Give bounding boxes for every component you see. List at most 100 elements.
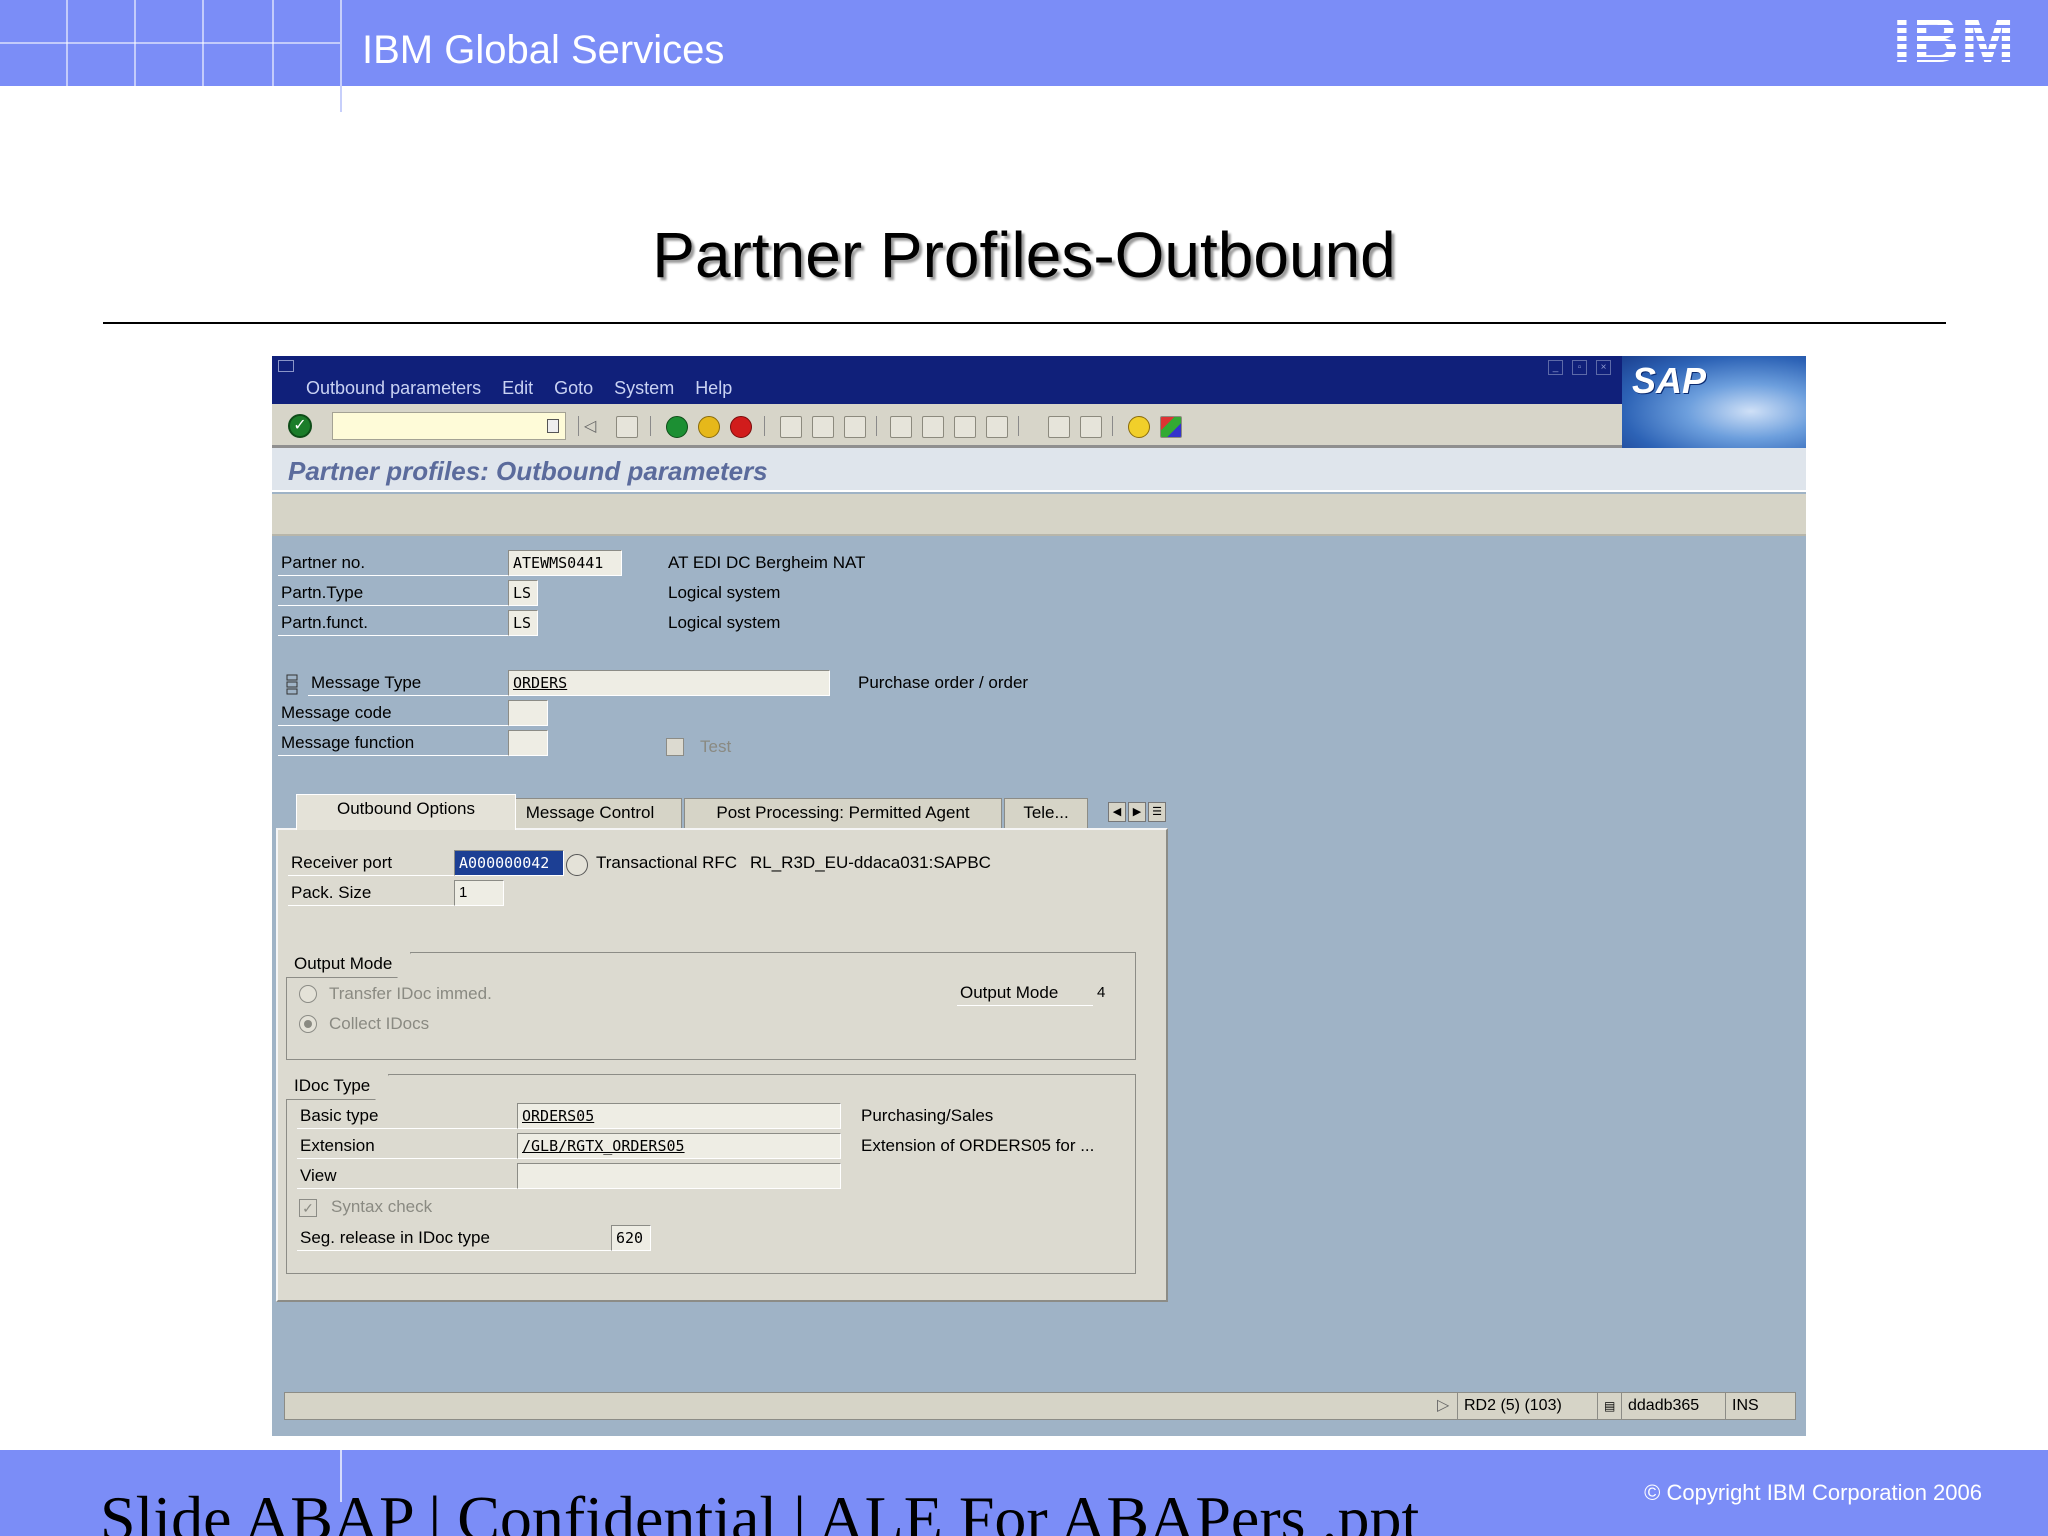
partn-funct-label: Partn.funct. (278, 610, 508, 636)
screen-title: Partner profiles: Outbound parameters (288, 456, 768, 486)
view-field[interactable] (517, 1163, 841, 1189)
partn-funct-description: Logical system (668, 613, 781, 632)
output-mode-group-title: Output Mode (286, 952, 411, 978)
close-icon[interactable]: × (1596, 360, 1611, 375)
pack-size-label: Pack. Size (288, 880, 454, 906)
find-next-icon[interactable] (844, 416, 866, 438)
partn-type-field[interactable]: LS (508, 580, 538, 606)
next-page-icon[interactable] (954, 416, 976, 438)
tab-message-control[interactable]: Message Control (498, 798, 682, 828)
partn-type-description: Logical system (668, 583, 781, 602)
header-divider (340, 0, 342, 112)
first-page-icon[interactable] (890, 416, 912, 438)
toolbar-separator (876, 416, 877, 436)
tab-scroll-left-icon[interactable]: ◀ (1108, 802, 1126, 822)
exit-icon[interactable] (698, 416, 720, 438)
message-type-field[interactable]: ORDERS (508, 670, 830, 696)
message-code-field[interactable] (508, 700, 548, 726)
receiver-port-label: Receiver port (288, 850, 454, 876)
print-icon[interactable] (780, 416, 802, 438)
menu-outbound-parameters[interactable]: Outbound parameters (306, 378, 481, 399)
basic-type-label: Basic type (297, 1103, 527, 1129)
application-toolbar (272, 494, 1806, 536)
back-icon[interactable] (666, 416, 688, 438)
status-bar: ▷ RD2 (5) (103) ▤ ddadb365 INS (284, 1392, 1796, 1420)
previous-page-icon[interactable] (922, 416, 944, 438)
partner-no-label: Partner no. (278, 550, 508, 576)
output-mode-label: Output Mode (957, 980, 1093, 1006)
menu-edit[interactable]: Edit (502, 378, 533, 399)
sap-menu-bar: Outbound parameters Edit Goto System Hel… (272, 356, 1806, 404)
sap-logo-area: SAP (1622, 356, 1806, 448)
cancel-icon[interactable] (730, 416, 752, 438)
seg-release-field[interactable]: 620 (611, 1225, 651, 1251)
help-icon[interactable] (1128, 416, 1150, 438)
footer-text: Slide ABAP | Confidential | ALE For ABAP… (100, 1483, 1420, 1536)
tab-outbound-options[interactable]: Outbound Options (296, 794, 516, 830)
toolbar-separator (1112, 416, 1113, 436)
create-shortcut-icon[interactable] (1080, 416, 1102, 438)
extension-label: Extension (297, 1133, 527, 1159)
message-function-field[interactable] (508, 730, 548, 756)
test-checkbox[interactable] (666, 738, 684, 756)
pack-size-field[interactable]: 1 (454, 880, 504, 906)
port-details-icon[interactable] (566, 854, 588, 876)
collect-idocs-label: Collect IDocs (329, 1014, 430, 1033)
standard-toolbar: ✓ ◁ (272, 404, 1622, 448)
minimize-icon[interactable]: _ (1548, 360, 1563, 375)
toolbar-separator (578, 416, 579, 436)
transfer-idoc-label: Transfer IDoc immed. (329, 984, 492, 1003)
menu-system[interactable]: System (614, 378, 674, 399)
maximize-icon[interactable]: ▫ (1572, 360, 1587, 375)
ibm-logo: IBM (1893, 8, 2033, 72)
menu-goto[interactable]: Goto (554, 378, 593, 399)
receiver-port-field[interactable]: A000000042 (454, 850, 564, 876)
message-code-label: Message code (278, 700, 508, 726)
tab-panel-outbound-options: Receiver port A000000042 Transactional R… (276, 828, 1168, 1302)
tab-list-icon[interactable]: ☰ (1148, 802, 1166, 822)
collect-idocs-radio[interactable] (299, 1015, 317, 1033)
message-function-label: Message function (278, 730, 508, 756)
idoc-type-group: IDoc Type Basic type ORDERS05 Purchasing… (286, 1074, 1136, 1274)
idoc-type-group-title: IDoc Type (286, 1074, 389, 1100)
slide-header-bar: IBM Global Services IBM (0, 0, 2048, 86)
extension-field[interactable]: /GLB/RGTX_ORDERS05 (517, 1133, 841, 1159)
command-history-icon[interactable] (547, 419, 559, 433)
tab-telephony[interactable]: Tele... (1004, 798, 1088, 828)
screen-title-bar: Partner profiles: Outbound parameters (272, 448, 1806, 492)
basic-type-description: Purchasing/Sales (861, 1106, 994, 1125)
status-system-icon[interactable]: ▤ (1597, 1393, 1621, 1419)
create-session-icon[interactable] (1048, 416, 1070, 438)
partner-no-field[interactable]: ATEWMS0441 (508, 550, 622, 576)
find-icon[interactable] (812, 416, 834, 438)
slide-title: Partner Profiles-Outbound (652, 219, 1396, 291)
tab-post-processing[interactable]: Post Processing: Permitted Agent (684, 798, 1002, 828)
layout-menu-icon[interactable] (1160, 416, 1182, 438)
syntax-check-checkbox[interactable]: ✓ (299, 1199, 317, 1217)
view-label: View (297, 1163, 527, 1189)
output-mode-group: Output Mode Transfer IDoc immed. Collect… (286, 952, 1136, 1060)
command-field[interactable] (332, 412, 566, 440)
sap-menu: Outbound parameters Edit Goto System Hel… (306, 378, 732, 399)
last-page-icon[interactable] (986, 416, 1008, 438)
partn-funct-field[interactable]: LS (508, 610, 538, 636)
partn-type-label: Partn.Type (278, 580, 508, 606)
tab-scroll-right-icon[interactable]: ▶ (1128, 802, 1146, 822)
message-type-label: Message Type (308, 670, 508, 696)
menu-help[interactable]: Help (695, 378, 732, 399)
status-expand-icon[interactable]: ▷ (1431, 1393, 1449, 1419)
status-mode: INS (1725, 1393, 1769, 1419)
back-arrow-icon[interactable]: ◁ (584, 416, 606, 438)
status-system: RD2 (5) (103) (1457, 1393, 1597, 1419)
partner-no-description: AT EDI DC Bergheim NAT (668, 553, 866, 572)
message-type-icon (286, 674, 298, 695)
basic-type-field[interactable]: ORDERS05 (517, 1103, 841, 1129)
sap-window: Outbound parameters Edit Goto System Hel… (272, 356, 1806, 1436)
status-server: ddadb365 (1621, 1393, 1725, 1419)
header-org-name: IBM Global Services (362, 28, 725, 72)
transfer-idoc-radio[interactable] (299, 985, 317, 1003)
enter-icon[interactable]: ✓ (288, 414, 312, 438)
system-menu-icon[interactable] (278, 360, 294, 372)
save-icon[interactable] (616, 416, 638, 438)
test-label: Test (700, 737, 732, 756)
